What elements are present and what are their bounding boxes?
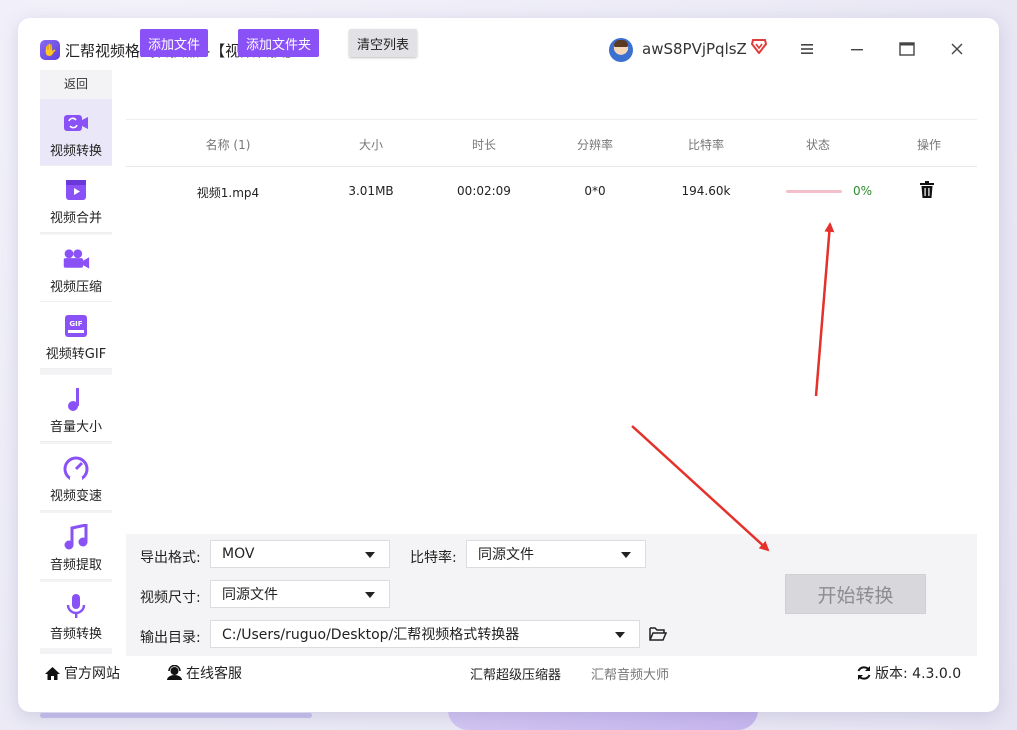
column-header-actions: 操作 (916, 138, 941, 152)
sidebar-item-video-convert[interactable]: 视频转换 (40, 99, 112, 166)
sidebar-item-video-gif[interactable]: GIF 视频转GIF (40, 302, 112, 369)
file-duration: 00:02:09 (457, 184, 511, 198)
sidebar-item-label: 音频提取 (49, 558, 102, 573)
back-button[interactable]: 返回 (40, 70, 112, 98)
add-file-button[interactable]: 添加文件 (140, 29, 209, 57)
trash-icon[interactable] (919, 181, 935, 199)
folder-open-icon[interactable] (649, 626, 667, 641)
chevron-down-icon (615, 632, 625, 638)
bitrate-value: 同源文件 (478, 547, 534, 563)
column-header-size[interactable]: 大小 (341, 136, 401, 153)
speedometer-icon (63, 456, 89, 481)
sidebar-item-video-compress[interactable]: 视频压缩 (40, 235, 112, 302)
music-note-icon (68, 388, 79, 411)
column-header-bitrate[interactable]: 比特率 (676, 136, 736, 153)
column-header-duration[interactable]: 时长 (454, 136, 514, 153)
vip-icon[interactable] (750, 39, 768, 58)
column-header-resolution[interactable]: 分辨率 (565, 136, 625, 153)
audio-master-link[interactable]: 汇帮音频大师 (591, 664, 669, 683)
website-label: 官方网站 (64, 666, 120, 682)
format-value: MOV (222, 546, 255, 562)
output-dir-select[interactable]: C:/Users/ruguo/Desktop/汇帮视频格式转换器 (210, 620, 640, 648)
version-label: 版本: 4.3.0.0 (875, 666, 962, 682)
website-link[interactable]: 官方网站 (44, 663, 120, 683)
bitrate-select[interactable]: 同源文件 (466, 540, 646, 568)
chevron-down-icon (621, 552, 631, 558)
chevron-down-icon (365, 592, 375, 598)
format-label: 导出格式: (140, 550, 201, 566)
sidebar-item-label: 视频转换 (49, 144, 102, 159)
sidebar-item-label: 音频转换 (49, 627, 102, 642)
refresh-icon (857, 666, 871, 680)
sidebar-item-audio-extract[interactable]: 音频提取 (40, 513, 112, 580)
sidebar-item-label: 音量大小 (49, 420, 102, 435)
compressor-link[interactable]: 汇帮超级压缩器 (470, 664, 561, 683)
username[interactable]: awS8PVjPqlsZ (642, 40, 747, 58)
sidebar-item-label: 视频变速 (49, 489, 102, 504)
video-convert-icon (64, 115, 88, 131)
output-label: 输出目录: (140, 630, 201, 646)
table-header: 名称 (1) 大小 时长 分辨率 比特率 状态 操作 (126, 120, 977, 167)
svg-text:GIF: GIF (69, 320, 82, 328)
support-link[interactable]: 在线客服 (166, 663, 242, 683)
file-bitrate: 194.60k (681, 184, 731, 198)
video-merge-icon (66, 180, 86, 200)
start-convert-button[interactable]: 开始转换 (785, 574, 926, 614)
column-header-status: 状态 (805, 138, 830, 152)
file-resolution: 0*0 (584, 184, 606, 198)
maximize-icon[interactable] (896, 38, 918, 60)
sidebar-item-label: 视频合并 (49, 211, 102, 226)
video-compress-icon (63, 249, 90, 269)
sidebar-item-video-speed[interactable]: 视频变速 (40, 444, 112, 511)
progress-percent: 0% (853, 184, 873, 198)
output-settings: 导出格式: MOV 比特率: 同源文件 视频尺寸: 同源文件 输出目录: C:/… (126, 534, 977, 656)
support-label: 在线客服 (186, 666, 242, 682)
background-bar (40, 713, 312, 718)
customer-service-icon (167, 665, 182, 680)
home-icon (45, 666, 60, 680)
minimize-icon[interactable] (846, 38, 868, 60)
bitrate-label: 比特率: (410, 550, 457, 566)
microphone-icon (66, 594, 86, 618)
chevron-down-icon (365, 552, 375, 558)
sidebar-item-video-merge[interactable]: 视频合并 (40, 166, 112, 233)
file-table: 名称 (1) 大小 时长 分辨率 比特率 状态 操作 视频1.mp4 3.01M… (126, 119, 977, 534)
footer: 官方网站 在线客服 汇帮超级压缩器 汇帮音频大师 版本: 4.3.0.0 (40, 656, 977, 688)
close-icon[interactable] (946, 38, 968, 60)
file-name: 视频1.mp4 (196, 186, 260, 200)
progress-bar (786, 190, 842, 193)
audio-extract-icon (64, 524, 88, 550)
sidebar-item-label: 视频转GIF (45, 347, 107, 362)
file-size: 3.01MB (348, 184, 394, 198)
gif-icon: GIF (65, 315, 87, 337)
menu-icon[interactable] (796, 38, 818, 60)
app-window: ✋ 汇帮视频格式转换器 -【视频转换】 awS8PVjPqlsZ 返回 视频转换… (18, 18, 999, 712)
format-select[interactable]: MOV (210, 540, 390, 568)
sidebar-item-volume[interactable]: 音量大小 (40, 375, 112, 442)
column-header-name[interactable]: 名称 (1) (168, 136, 288, 153)
sidebar-item-audio-convert[interactable]: 音频转换 (40, 582, 112, 648)
add-folder-button[interactable]: 添加文件夹 (238, 29, 320, 57)
size-select[interactable]: 同源文件 (210, 580, 390, 608)
app-logo-icon: ✋ (40, 40, 60, 60)
size-label: 视频尺寸: (140, 590, 201, 606)
size-value: 同源文件 (222, 587, 278, 603)
clear-list-button[interactable]: 清空列表 (349, 29, 418, 57)
sidebar-item-label: 视频压缩 (49, 280, 102, 295)
sidebar: 返回 视频转换 视频合并 视频压缩 GIF 视频转GIF 音量大小 视频变速 音… (40, 70, 112, 654)
version-info[interactable]: 版本: 4.3.0.0 (856, 663, 961, 683)
output-dir-value: C:/Users/ruguo/Desktop/汇帮视频格式转换器 (222, 627, 520, 643)
user-avatar[interactable] (609, 38, 633, 62)
